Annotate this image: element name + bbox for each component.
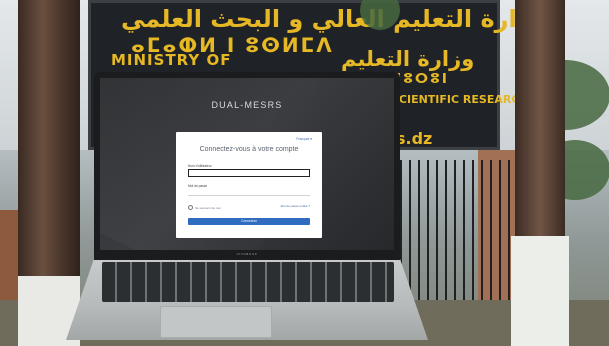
username-label: Nom d'utilisateur — [188, 164, 212, 168]
sign-arabic-line2: وزارة التعليم — [341, 47, 475, 71]
laptop-screen: DUAL-MESRS Français ▾ Connectez-vous à v… — [94, 72, 400, 260]
sign-arabic-line1: وزارة التعليم العالي و البحث العلمي — [121, 5, 546, 33]
sign-english-line: MINISTRY OF — [111, 51, 232, 69]
background-photo: وزارة التعليم العالي و البحث العلمي ⴰⵎⴰⵀ… — [0, 0, 609, 346]
tree-trunk-right — [511, 0, 569, 346]
language-selector[interactable]: Français ▾ — [296, 137, 312, 141]
tree-trunk-left — [18, 0, 80, 346]
app-title: DUAL-MESRS — [211, 100, 283, 110]
password-input[interactable] — [188, 189, 310, 196]
forgot-password-link[interactable]: Mot de passe oublié ? — [281, 204, 310, 208]
remember-label: Se souvenir de moi — [195, 205, 221, 210]
password-label: Mot de passe — [188, 184, 208, 188]
remember-checkbox[interactable] — [188, 205, 193, 210]
username-input[interactable] — [188, 169, 310, 177]
login-button[interactable]: Connexion — [188, 218, 310, 225]
laptop-keyboard — [102, 262, 394, 302]
remember-me[interactable]: Se souvenir de moi — [188, 205, 221, 210]
login-heading: Connectez-vous à votre compte — [199, 146, 299, 153]
sign-tifinagh-line2: ⵏⵓⵔⵓⵏ — [396, 71, 449, 87]
login-page: DUAL-MESRS Français ▾ Connectez-vous à v… — [100, 78, 394, 250]
login-card: Français ▾ Connectez-vous à votre compte… — [176, 132, 322, 238]
iron-fence — [400, 160, 520, 310]
sign-english-line2: SCIENTIFIC RESEARCH — [391, 93, 529, 106]
laptop-brand: VIVOBOOK — [236, 252, 258, 256]
trunk-paint — [511, 236, 569, 346]
laptop-touchpad — [160, 306, 272, 338]
sign-domain: s.dz — [396, 129, 433, 148]
